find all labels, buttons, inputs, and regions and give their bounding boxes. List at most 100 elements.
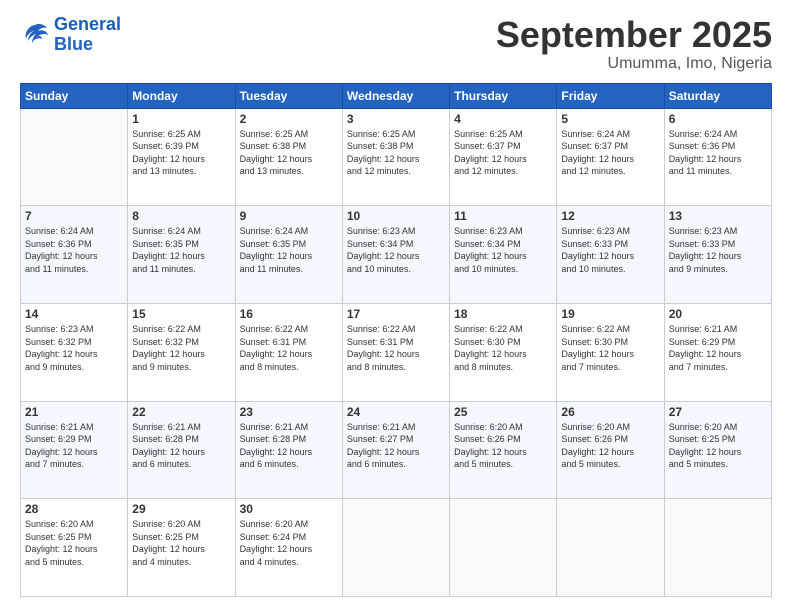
day-detail: Sunrise: 6:22 AM Sunset: 6:31 PM Dayligh… xyxy=(347,323,445,373)
day-detail: Sunrise: 6:24 AM Sunset: 6:35 PM Dayligh… xyxy=(132,225,230,275)
day-number: 17 xyxy=(347,307,445,321)
day-detail: Sunrise: 6:23 AM Sunset: 6:33 PM Dayligh… xyxy=(669,225,767,275)
calendar-cell: 28 Sunrise: 6:20 AM Sunset: 6:25 PM Dayli… xyxy=(21,499,128,597)
day-number: 4 xyxy=(454,112,552,126)
calendar-cell: 11 Sunrise: 6:23 AM Sunset: 6:34 PM Dayli… xyxy=(450,206,557,304)
day-number: 6 xyxy=(669,112,767,126)
calendar-week-row: 1 Sunrise: 6:25 AM Sunset: 6:39 PM Daylig… xyxy=(21,108,772,206)
calendar-cell: 8Sunrise: 6:24 AM Sunset: 6:35 PM Daylig… xyxy=(128,206,235,304)
calendar-cell: 26Sunrise: 6:20 AM Sunset: 6:26 PM Dayli… xyxy=(557,401,664,499)
day-detail: Sunrise: 6:23 AM Sunset: 6:33 PM Dayligh… xyxy=(561,225,659,275)
logo-icon xyxy=(20,21,50,49)
calendar-cell: 3Sunrise: 6:25 AM Sunset: 6:38 PM Daylig… xyxy=(342,108,449,206)
calendar-cell xyxy=(557,499,664,597)
calendar-cell: 21Sunrise: 6:21 AM Sunset: 6:29 PM Dayli… xyxy=(21,401,128,499)
day-number: 7 xyxy=(25,209,123,223)
day-detail: Sunrise: 6:22 AM Sunset: 6:31 PM Dayligh… xyxy=(240,323,338,373)
day-detail: Sunrise: 6:23 AM Sunset: 6:32 PM Dayligh… xyxy=(25,323,123,373)
logo: General Blue xyxy=(20,15,121,55)
calendar-cell: 10Sunrise: 6:23 AM Sunset: 6:34 PM Dayli… xyxy=(342,206,449,304)
calendar-cell: 6 Sunrise: 6:24 AM Sunset: 6:36 PM Daylig… xyxy=(664,108,771,206)
calendar-cell: 18 Sunrise: 6:22 AM Sunset: 6:30 PM Dayli… xyxy=(450,303,557,401)
month-title: September 2025 xyxy=(496,15,772,55)
calendar-cell xyxy=(450,499,557,597)
calendar-week-row: 7 Sunrise: 6:24 AM Sunset: 6:36 PM Daylig… xyxy=(21,206,772,304)
title-block: September 2025 Umumma, Imo, Nigeria xyxy=(496,15,772,73)
calendar-cell: 22 Sunrise: 6:21 AM Sunset: 6:28 PM Dayli… xyxy=(128,401,235,499)
day-number: 5 xyxy=(561,112,659,126)
calendar-cell: 16 Sunrise: 6:22 AM Sunset: 6:31 PM Dayli… xyxy=(235,303,342,401)
weekday-header-monday: Monday xyxy=(128,83,235,108)
calendar-cell: 2 Sunrise: 6:25 AM Sunset: 6:38 PM Daylig… xyxy=(235,108,342,206)
weekday-header-thursday: Thursday xyxy=(450,83,557,108)
day-number: 24 xyxy=(347,405,445,419)
calendar-cell: 25Sunrise: 6:20 AM Sunset: 6:26 PM Dayli… xyxy=(450,401,557,499)
day-number: 22 xyxy=(132,405,230,419)
day-number: 2 xyxy=(240,112,338,126)
calendar-week-row: 21Sunrise: 6:21 AM Sunset: 6:29 PM Dayli… xyxy=(21,401,772,499)
day-number: 26 xyxy=(561,405,659,419)
day-number: 23 xyxy=(240,405,338,419)
day-number: 13 xyxy=(669,209,767,223)
day-detail: Sunrise: 6:25 AM Sunset: 6:38 PM Dayligh… xyxy=(240,128,338,178)
day-detail: Sunrise: 6:23 AM Sunset: 6:34 PM Dayligh… xyxy=(454,225,552,275)
calendar-cell: 5 Sunrise: 6:24 AM Sunset: 6:37 PM Daylig… xyxy=(557,108,664,206)
day-detail: Sunrise: 6:24 AM Sunset: 6:35 PM Dayligh… xyxy=(240,225,338,275)
weekday-header-friday: Friday xyxy=(557,83,664,108)
day-number: 3 xyxy=(347,112,445,126)
day-detail: Sunrise: 6:20 AM Sunset: 6:25 PM Dayligh… xyxy=(25,518,123,568)
calendar-cell xyxy=(664,499,771,597)
day-number: 14 xyxy=(25,307,123,321)
day-detail: Sunrise: 6:22 AM Sunset: 6:30 PM Dayligh… xyxy=(454,323,552,373)
day-number: 11 xyxy=(454,209,552,223)
weekday-header-tuesday: Tuesday xyxy=(235,83,342,108)
calendar-cell: 24Sunrise: 6:21 AM Sunset: 6:27 PM Dayli… xyxy=(342,401,449,499)
calendar-cell: 7 Sunrise: 6:24 AM Sunset: 6:36 PM Daylig… xyxy=(21,206,128,304)
day-detail: Sunrise: 6:23 AM Sunset: 6:34 PM Dayligh… xyxy=(347,225,445,275)
day-detail: Sunrise: 6:25 AM Sunset: 6:39 PM Dayligh… xyxy=(132,128,230,178)
calendar-cell: 23 Sunrise: 6:21 AM Sunset: 6:28 PM Dayli… xyxy=(235,401,342,499)
day-number: 29 xyxy=(132,502,230,516)
page: General Blue September 2025 Umumma, Imo,… xyxy=(0,0,792,612)
calendar-cell xyxy=(21,108,128,206)
day-number: 28 xyxy=(25,502,123,516)
day-number: 18 xyxy=(454,307,552,321)
day-number: 9 xyxy=(240,209,338,223)
calendar-week-row: 28 Sunrise: 6:20 AM Sunset: 6:25 PM Dayli… xyxy=(21,499,772,597)
calendar-cell: 20 Sunrise: 6:21 AM Sunset: 6:29 PM Dayli… xyxy=(664,303,771,401)
calendar-cell: 13 Sunrise: 6:23 AM Sunset: 6:33 PM Dayli… xyxy=(664,206,771,304)
calendar-cell: 12 Sunrise: 6:23 AM Sunset: 6:33 PM Dayli… xyxy=(557,206,664,304)
day-detail: Sunrise: 6:20 AM Sunset: 6:25 PM Dayligh… xyxy=(669,421,767,471)
location-subtitle: Umumma, Imo, Nigeria xyxy=(496,55,772,73)
day-detail: Sunrise: 6:24 AM Sunset: 6:37 PM Dayligh… xyxy=(561,128,659,178)
day-number: 30 xyxy=(240,502,338,516)
day-number: 20 xyxy=(669,307,767,321)
calendar-cell: 29 Sunrise: 6:20 AM Sunset: 6:25 PM Dayli… xyxy=(128,499,235,597)
calendar-cell: 4Sunrise: 6:25 AM Sunset: 6:37 PM Daylig… xyxy=(450,108,557,206)
weekday-header-sunday: Sunday xyxy=(21,83,128,108)
calendar-header-row: SundayMondayTuesdayWednesdayThursdayFrid… xyxy=(21,83,772,108)
day-number: 19 xyxy=(561,307,659,321)
day-detail: Sunrise: 6:21 AM Sunset: 6:28 PM Dayligh… xyxy=(240,421,338,471)
day-detail: Sunrise: 6:22 AM Sunset: 6:32 PM Dayligh… xyxy=(132,323,230,373)
day-detail: Sunrise: 6:21 AM Sunset: 6:29 PM Dayligh… xyxy=(25,421,123,471)
day-detail: Sunrise: 6:21 AM Sunset: 6:28 PM Dayligh… xyxy=(132,421,230,471)
day-detail: Sunrise: 6:24 AM Sunset: 6:36 PM Dayligh… xyxy=(25,225,123,275)
day-number: 25 xyxy=(454,405,552,419)
day-detail: Sunrise: 6:20 AM Sunset: 6:24 PM Dayligh… xyxy=(240,518,338,568)
calendar-cell: 17 Sunrise: 6:22 AM Sunset: 6:31 PM Dayli… xyxy=(342,303,449,401)
calendar-cell: 14 Sunrise: 6:23 AM Sunset: 6:32 PM Dayli… xyxy=(21,303,128,401)
weekday-header-saturday: Saturday xyxy=(664,83,771,108)
day-number: 16 xyxy=(240,307,338,321)
day-detail: Sunrise: 6:20 AM Sunset: 6:25 PM Dayligh… xyxy=(132,518,230,568)
day-number: 1 xyxy=(132,112,230,126)
day-number: 12 xyxy=(561,209,659,223)
header: General Blue September 2025 Umumma, Imo,… xyxy=(20,15,772,73)
day-detail: Sunrise: 6:21 AM Sunset: 6:29 PM Dayligh… xyxy=(669,323,767,373)
day-detail: Sunrise: 6:24 AM Sunset: 6:36 PM Dayligh… xyxy=(669,128,767,178)
calendar-week-row: 14 Sunrise: 6:23 AM Sunset: 6:32 PM Dayli… xyxy=(21,303,772,401)
calendar-cell: 15Sunrise: 6:22 AM Sunset: 6:32 PM Dayli… xyxy=(128,303,235,401)
calendar-table: SundayMondayTuesdayWednesdayThursdayFrid… xyxy=(20,83,772,597)
calendar-cell: 19Sunrise: 6:22 AM Sunset: 6:30 PM Dayli… xyxy=(557,303,664,401)
calendar-cell: 1 Sunrise: 6:25 AM Sunset: 6:39 PM Daylig… xyxy=(128,108,235,206)
